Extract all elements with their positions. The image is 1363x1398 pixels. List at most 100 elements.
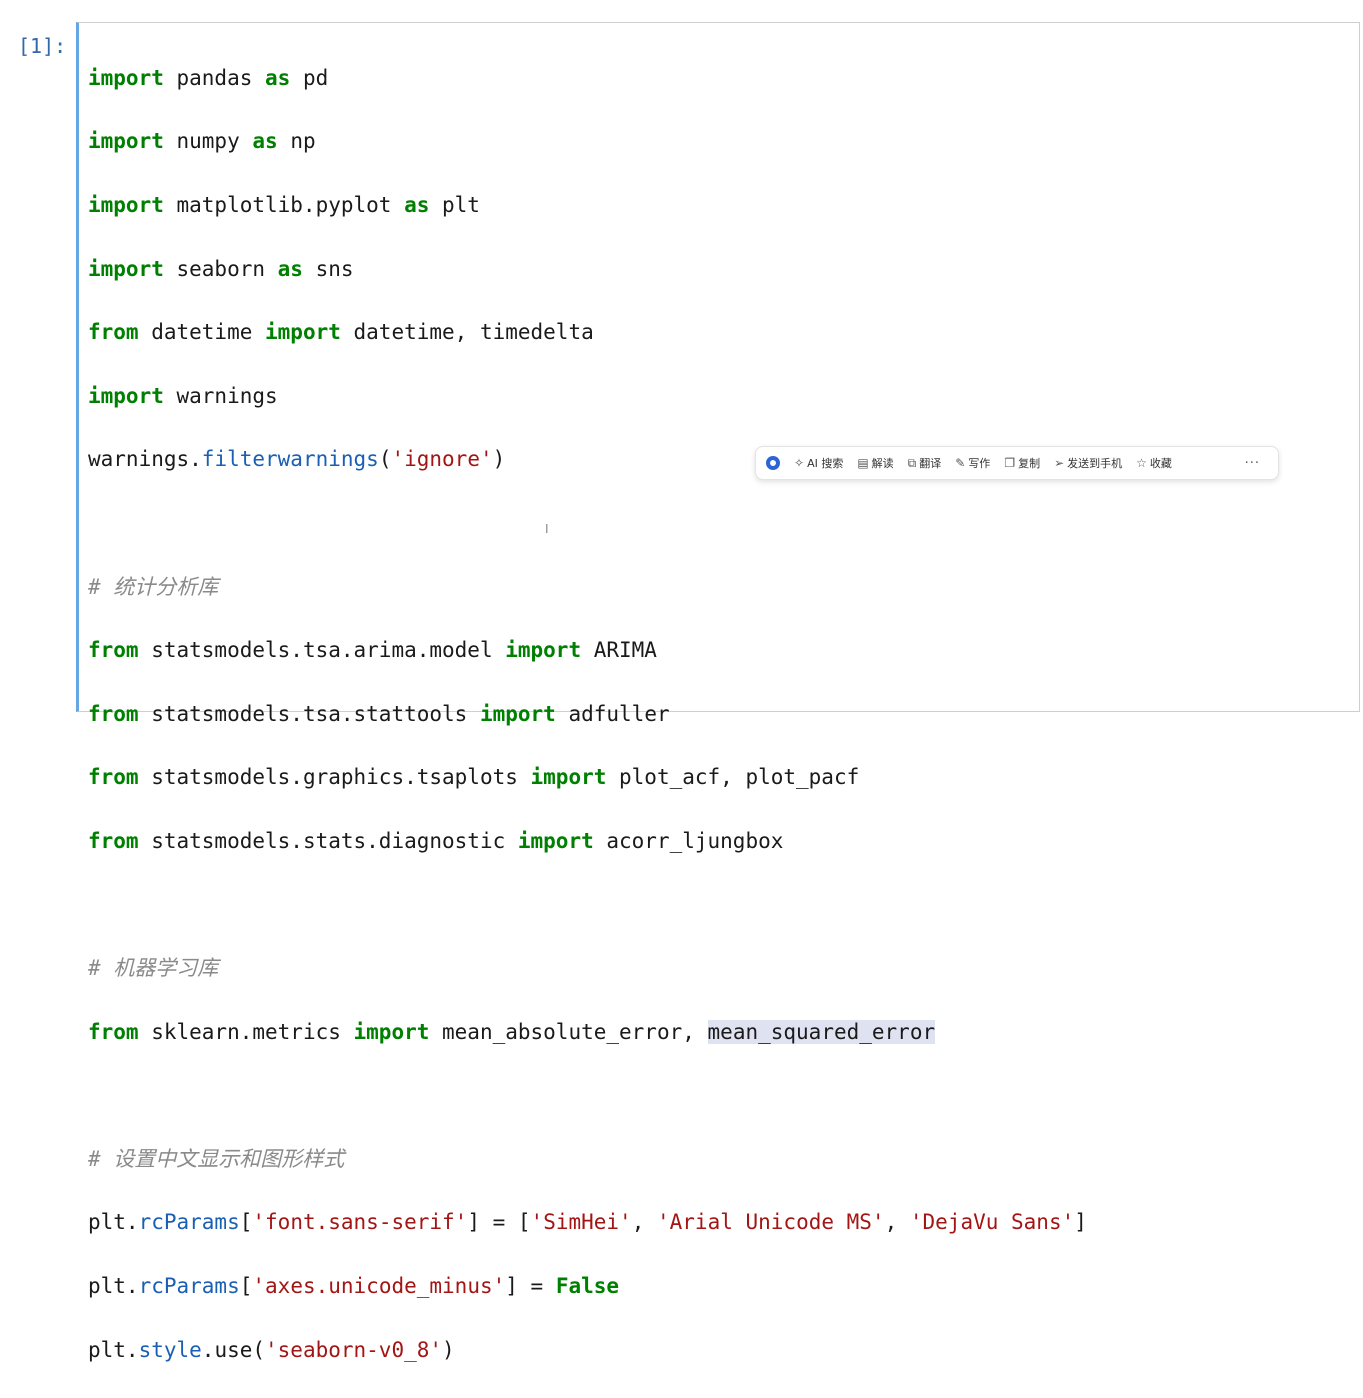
code-text: matplotlib.pyplot: [163, 192, 405, 217]
toolbar-item-label: 写作: [968, 457, 991, 470]
translate-icon: ⧉: [907, 455, 917, 470]
code-comment-1: # 统计分析库: [88, 572, 1087, 604]
code-text: statsmodels.stats.diagnostic: [138, 828, 518, 853]
toolbar-item-label: AI 搜索: [807, 457, 844, 470]
keyword: import: [353, 1019, 430, 1044]
copy-icon: ❐: [1004, 456, 1016, 470]
toolbar-item-label: 发送到手机: [1067, 457, 1123, 470]
keyword: from: [88, 828, 139, 853]
keyword: import: [88, 383, 164, 408]
attribute: rcParams: [138, 1210, 240, 1235]
comment-text: 机器学习库: [113, 956, 219, 981]
code-text: pd: [290, 65, 329, 90]
code-text: mean_absolute_error,: [429, 1019, 708, 1044]
string-literal: 'seaborn-v0_8': [265, 1337, 443, 1362]
code-line-18: plt.style.use('seaborn-v0_8'): [88, 1335, 1087, 1367]
toolbar-favorite-button[interactable]: ☆ 收藏: [1136, 455, 1172, 471]
attribute: filterwarnings: [201, 447, 379, 472]
code-text: [: [239, 1274, 253, 1299]
string-literal: 'axes.unicode_minus': [252, 1274, 506, 1299]
code-text: plt.: [88, 1274, 139, 1299]
code-text: np: [277, 129, 316, 154]
keyword: from: [88, 765, 139, 790]
selected-text[interactable]: mean_squared_error: [707, 1019, 936, 1044]
comment-hash: #: [88, 956, 114, 981]
keyword: import: [88, 256, 164, 281]
cell-prompt: [1]:: [18, 34, 67, 58]
keyword: import: [88, 129, 164, 154]
code-text: plt.: [88, 1337, 139, 1362]
code-line-4: import seaborn as sns: [88, 254, 1087, 286]
keyword: from: [88, 701, 139, 726]
code-line-12: from statsmodels.stats.diagnostic import…: [88, 826, 1087, 858]
code-text: plt.: [88, 1210, 139, 1235]
keyword: import: [530, 765, 607, 790]
more-options-icon[interactable]: ···: [1245, 456, 1260, 471]
code-line-10: from statsmodels.tsa.stattools import ad…: [88, 699, 1087, 731]
comment-hash: #: [88, 1146, 114, 1171]
keyword: as: [404, 192, 430, 217]
toolbar-item-label: 翻译: [919, 457, 942, 470]
code-comment-2: # 机器学习库: [88, 953, 1087, 985]
code-text: ): [492, 447, 506, 472]
toolbar-ai-search-button[interactable]: ✧ AI 搜索: [794, 455, 843, 471]
keyword: as: [265, 65, 291, 90]
keyword: import: [505, 638, 582, 663]
code-text: ): [442, 1337, 455, 1362]
code-comment-3: # 设置中文显示和图形样式: [88, 1144, 1087, 1176]
keyword: from: [88, 320, 139, 345]
code-line-11: from statsmodels.graphics.tsaplots impor…: [88, 762, 1087, 794]
toolbar-item-label: 解读: [871, 457, 894, 470]
code-text: warnings.: [88, 447, 202, 472]
string-literal: 'SimHei': [530, 1210, 632, 1235]
code-text: .use(: [201, 1337, 266, 1362]
app-logo-icon[interactable]: [766, 456, 780, 470]
toolbar-write-button[interactable]: ✎ 写作: [955, 455, 990, 471]
code-text: acorr_ljungbox: [593, 828, 784, 853]
toolbar-send-to-phone-button[interactable]: ➢ 发送到手机: [1054, 455, 1122, 471]
keyword: as: [277, 256, 303, 281]
toolbar-read-button[interactable]: ▤ 解读: [857, 455, 893, 471]
code-text: ,: [884, 1210, 910, 1235]
code-text: ] = [: [467, 1210, 531, 1235]
code-text: ARIMA: [581, 638, 657, 663]
toolbar-translate-button[interactable]: ⧉ 翻译: [908, 455, 942, 471]
keyword: as: [252, 129, 278, 154]
pen-icon: ✎: [955, 456, 966, 470]
code-text: ] =: [505, 1274, 556, 1299]
string-literal: 'ignore': [391, 447, 493, 472]
code-text: (: [378, 447, 392, 472]
string-literal: 'Arial Unicode MS': [657, 1210, 885, 1235]
keyword: import: [479, 701, 556, 726]
sparkle-icon: ✧: [794, 456, 805, 470]
code-line-9: from statsmodels.tsa.arima.model import …: [88, 635, 1087, 667]
code-text: pandas: [163, 65, 266, 90]
attribute: rcParams: [138, 1274, 240, 1299]
code-line-14: from sklearn.metrics import mean_absolut…: [88, 1017, 1087, 1049]
code-line-2: import numpy as np: [88, 126, 1087, 158]
toolbar-item-label: 复制: [1018, 457, 1041, 470]
code-text: ]: [1074, 1210, 1087, 1235]
code-text: plot_acf, plot_pacf: [606, 765, 860, 790]
code-line-1: import pandas as pd: [88, 63, 1087, 95]
keyword: False: [555, 1274, 620, 1299]
read-icon: ▤: [857, 456, 869, 470]
code-text: statsmodels.graphics.tsaplots: [138, 765, 531, 790]
toolbar-copy-button[interactable]: ❐ 复制: [1004, 455, 1040, 471]
selection-toolbar: ✧ AI 搜索 ▤ 解读 ⧉ 翻译 ✎ 写作 ❐ 复制 ➢ 发送到手机 ☆ 收藏 ···: [755, 446, 1279, 480]
keyword: import: [265, 320, 341, 345]
code-editor[interactable]: import pandas as pd import numpy as np i…: [88, 31, 1087, 1398]
code-line-3: import matplotlib.pyplot as plt: [88, 190, 1087, 222]
code-text: numpy: [163, 129, 253, 154]
comment-hash: #: [88, 574, 114, 599]
code-text: statsmodels.tsa.stattools: [138, 701, 480, 726]
comment-text: 统计分析库: [113, 574, 219, 599]
code-text: seaborn: [163, 256, 278, 281]
text-cursor-icon: I: [545, 522, 549, 536]
code-text: [: [239, 1210, 253, 1235]
string-literal: 'font.sans-serif': [252, 1210, 468, 1235]
keyword: from: [88, 638, 139, 663]
code-text: datetime: [138, 320, 266, 345]
code-line-16: plt.rcParams['font.sans-serif'] = ['SimH…: [88, 1207, 1087, 1239]
